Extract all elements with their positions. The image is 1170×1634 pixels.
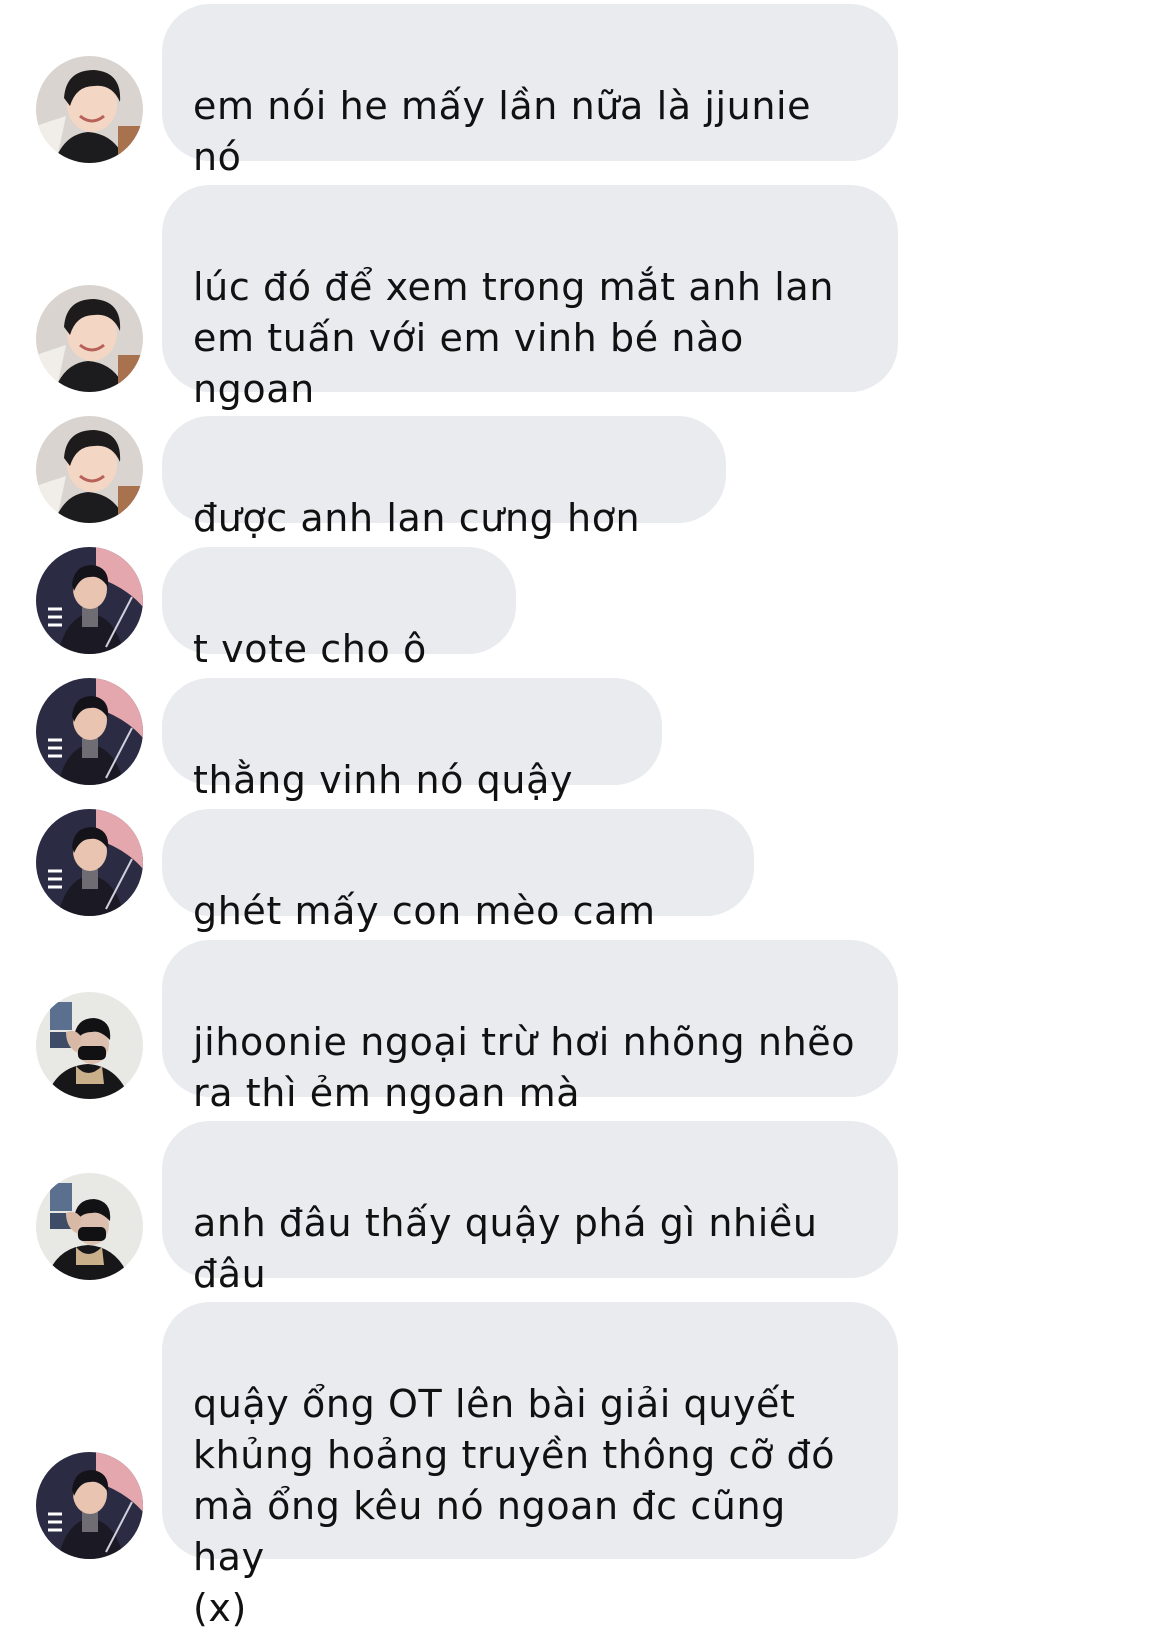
avatar-image (36, 992, 143, 1099)
message-text: jihoonie ngoại trừ hơi nhõng nhẽo ra thì… (193, 1020, 856, 1115)
message-bubble[interactable]: ghét mấy con mèo cam cực (162, 809, 754, 984)
message-bubble[interactable]: t vote cho ô nờ (162, 547, 516, 722)
avatar-image (36, 1173, 143, 1280)
avatar-image (36, 809, 143, 916)
message-bubble[interactable]: được anh lan cưng hơn :))) (162, 416, 726, 591)
avatar-image (36, 285, 143, 392)
message-bubble[interactable]: em nói he mấy lần nữa là jjunie nó ko kh… (162, 4, 898, 230)
user-b-avatar[interactable] (36, 547, 143, 654)
avatar-image (36, 56, 143, 163)
user-a-avatar[interactable] (36, 285, 143, 392)
message-text: quậy ổng OT lên bài giải quyết khủng hoả… (193, 1382, 836, 1630)
user-b-avatar[interactable] (36, 678, 143, 785)
message-bubble[interactable]: thằng vinh nó quậy lắm (162, 678, 662, 853)
user-b-avatar[interactable] (36, 1452, 143, 1559)
avatar-image (36, 416, 143, 523)
message-bubble[interactable]: anh đâu thấy quậy phá gì nhiều đâu (162, 1121, 898, 1296)
user-a-avatar[interactable] (36, 416, 143, 523)
user-b-avatar[interactable] (36, 809, 143, 916)
message-bubble[interactable]: jihoonie ngoại trừ hơi nhõng nhẽo ra thì… (162, 940, 898, 1115)
avatar-image (36, 547, 143, 654)
message-text: anh đâu thấy quậy phá gì nhiều đâu (193, 1201, 818, 1296)
user-c-avatar[interactable] (36, 1173, 143, 1280)
message-bubble[interactable]: lúc đó để xem trong mắt anh lan em tuấn … (162, 185, 898, 462)
message-bubble[interactable]: quậy ổng OT lên bài giải quyết khủng hoả… (162, 1302, 898, 1630)
avatar-image (36, 1452, 143, 1559)
chat-thread: em nói he mấy lần nữa là jjunie nó ko kh… (0, 0, 1170, 1630)
avatar-image (36, 678, 143, 785)
user-a-avatar[interactable] (36, 56, 143, 163)
user-c-avatar[interactable] (36, 992, 143, 1099)
